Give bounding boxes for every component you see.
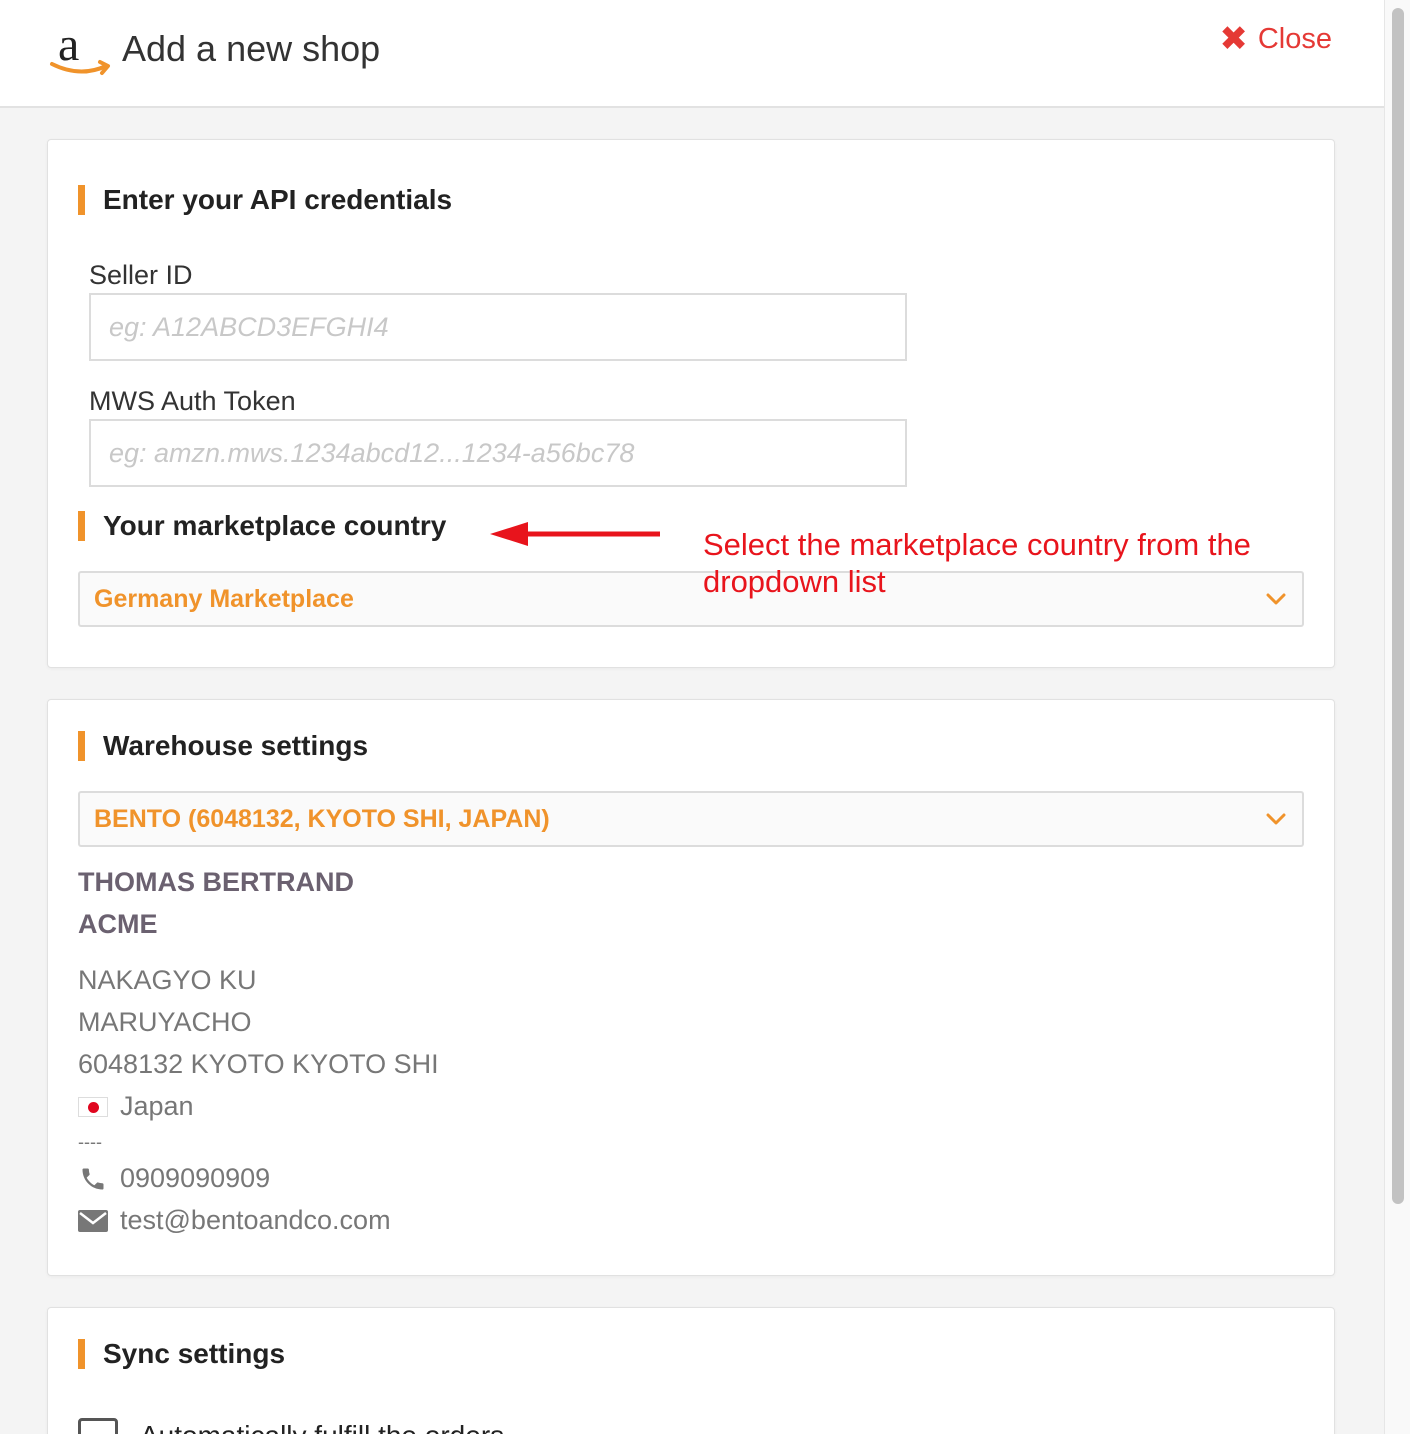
chevron-down-icon xyxy=(1266,813,1286,825)
address-email: test@bentoandco.com xyxy=(78,1205,391,1236)
phone-number: 0909090909 xyxy=(120,1163,271,1193)
close-button[interactable]: ✖ Close xyxy=(1219,22,1332,56)
section-accent-bar xyxy=(78,731,85,761)
scrollbar-thumb[interactable] xyxy=(1392,8,1404,1204)
seller-id-label: Seller ID xyxy=(89,260,193,290)
svg-text:a: a xyxy=(58,22,79,71)
section-accent-bar xyxy=(78,1339,85,1369)
warehouse-company: ACME xyxy=(78,909,158,939)
mws-token-label: MWS Auth Token xyxy=(89,386,296,416)
page-title: Add a new shop xyxy=(122,28,381,69)
auto-fulfill-checkbox[interactable] xyxy=(78,1418,118,1434)
close-label: Close xyxy=(1257,22,1332,55)
mws-token-input[interactable] xyxy=(89,419,907,487)
section-title-text: Warehouse settings xyxy=(103,730,369,761)
auto-fulfill-label: Automatically fulfill the orders xyxy=(140,1420,504,1434)
phone-icon xyxy=(82,1168,104,1189)
warehouse-contact-name: THOMAS BERTRAND xyxy=(78,867,354,897)
modal-header: a Add a new shop ✖ Close xyxy=(0,0,1384,108)
section-title-api: Enter your API credentials xyxy=(78,184,452,216)
warehouse-select[interactable]: BENTO (6048132, KYOTO SHI, JAPAN) xyxy=(78,791,1304,847)
sync-settings-card: Sync settings Automatically fulfill the … xyxy=(47,1307,1335,1434)
amazon-logo-icon: a xyxy=(50,22,110,75)
japan-flag-icon xyxy=(78,1096,108,1117)
section-accent-bar xyxy=(78,185,85,215)
scrollbar[interactable] xyxy=(1384,0,1410,1434)
section-title-marketplace: Your marketplace country xyxy=(78,510,446,542)
section-title-text: Sync settings xyxy=(103,1338,286,1369)
section-title-text: Your marketplace country xyxy=(103,510,447,541)
address-line-3: 6048132 KYOTO KYOTO SHI xyxy=(78,1049,439,1079)
address-line-2: MARUYACHO xyxy=(78,1007,252,1037)
address-separator: ---- xyxy=(78,1132,102,1152)
section-title-text: Enter your API credentials xyxy=(103,184,453,215)
seller-id-input[interactable] xyxy=(89,293,907,361)
warehouse-selected-value: BENTO (6048132, KYOTO SHI, JAPAN) xyxy=(94,804,550,833)
close-x-icon: ✖ xyxy=(1219,20,1248,58)
annotation-text: Select the marketplace country from the … xyxy=(703,527,1251,599)
email-address: test@bentoandco.com xyxy=(120,1205,391,1235)
address-country: Japan xyxy=(78,1091,194,1122)
section-title-warehouse: Warehouse settings xyxy=(78,730,368,762)
annotation-arrow-icon xyxy=(490,522,660,546)
warehouse-card: Warehouse settings BENTO (6048132, KYOTO… xyxy=(47,699,1335,1276)
section-title-sync: Sync settings xyxy=(78,1338,285,1370)
envelope-icon xyxy=(78,1209,108,1232)
section-accent-bar xyxy=(78,511,85,541)
address-line-1: NAKAGYO KU xyxy=(78,965,257,995)
country-name: Japan xyxy=(120,1091,194,1121)
address-phone: 0909090909 xyxy=(78,1163,270,1194)
